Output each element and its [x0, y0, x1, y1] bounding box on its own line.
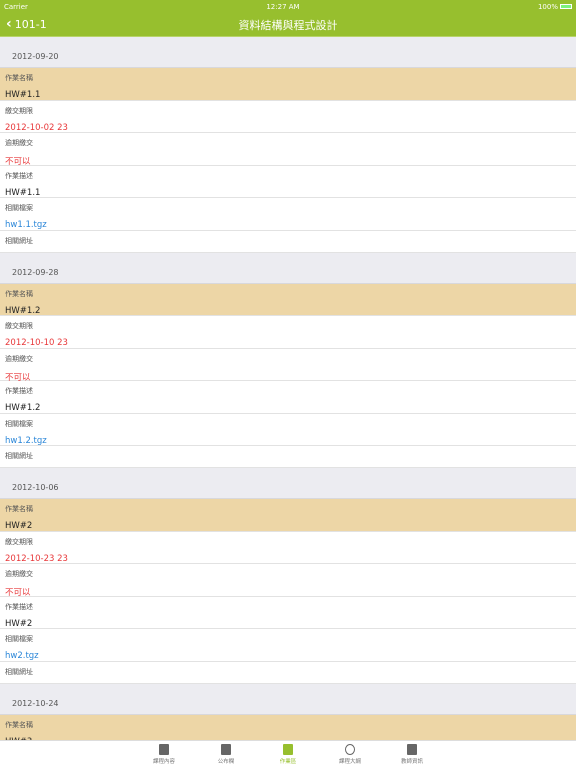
- row-label: 相關網址: [5, 452, 33, 460]
- row-value: HW#2: [5, 618, 33, 629]
- row-deadline: 繳交期限 2012-10-23 23: [0, 531, 576, 564]
- row-deadline: 繳交期限 2012-10-02 23: [0, 100, 576, 133]
- clipboard-icon: [283, 744, 293, 755]
- battery: 100%: [538, 3, 572, 11]
- row-name: 作業名稱 HW#1.2: [0, 283, 576, 316]
- row-files[interactable]: 相關檔案 hw1.2.tgz: [0, 413, 576, 446]
- row-label: 相關網址: [5, 236, 33, 245]
- row-label: 作業描述: [5, 387, 33, 395]
- row-files[interactable]: 相關檔案 hw2.tgz: [0, 629, 576, 662]
- row-url: 相關網址: [0, 661, 576, 684]
- row-label: 相關檔案: [5, 419, 33, 428]
- row-value: HW#1.1: [5, 90, 41, 100]
- row-name: 作業名稱HW#3: [0, 714, 576, 740]
- section-header-date: 2012-10-24: [0, 684, 576, 715]
- section-header-date: 2012-09-20: [0, 37, 576, 68]
- row-value: HW#2: [5, 521, 33, 531]
- row-value: 2012-10-23 23: [5, 553, 68, 564]
- row-value: 2012-10-02 23: [5, 122, 68, 133]
- row-label: 逾期繳交: [5, 354, 33, 363]
- contact-card-icon: [407, 744, 417, 755]
- row-label: 作業名稱: [5, 74, 33, 82]
- row-label: 作業描述: [5, 602, 33, 611]
- row-value[interactable]: hw1.1.tgz: [5, 220, 571, 230]
- chevron-left-icon: ‹: [6, 16, 12, 32]
- row-label: 作業描述: [5, 171, 33, 180]
- info-circle-icon: [345, 744, 355, 755]
- tab-label: 課程內容: [152, 759, 175, 765]
- row-value: HW#1.1: [5, 187, 41, 198]
- carrier: Carrier: [4, 2, 28, 11]
- back-button[interactable]: ‹ 101-1: [6, 17, 47, 31]
- navigation-bar: ‹ 101-1 資料結構與程式設計: [0, 13, 576, 36]
- row-value[interactable]: hw1.2.tgz: [5, 436, 571, 446]
- section-header-date: 2012-09-28: [0, 253, 576, 284]
- row-deadline: 繳交期限 2012-10-10 23: [0, 316, 576, 349]
- row-value: HW#1.2: [5, 403, 41, 413]
- row-label: 繳交期限: [5, 537, 33, 546]
- row-label: 相關網址: [5, 667, 33, 676]
- row-label: 繳交期限: [5, 106, 33, 115]
- row-name: 作業名稱 HW#1.1: [0, 68, 576, 101]
- row-label: 相關檔案: [5, 204, 33, 212]
- top-bar: Carrier 12:27 AM 100% ‹ 101-1 資料結構與程式設計: [0, 0, 576, 37]
- status-bar: Carrier 12:27 AM 100%: [0, 0, 576, 13]
- assignment-list[interactable]: 2012-09-20 作業名稱 HW#1.1 繳交期限 2012-10-02 23 逾期繳…: [0, 37, 576, 740]
- tab-label: 教師資訊: [400, 759, 423, 765]
- tab-label: 課程大綱: [338, 759, 361, 765]
- row-late: 逾期繳交 不可以: [0, 564, 576, 598]
- row-label: 作業名稱: [5, 720, 33, 729]
- clock: 12:27 AM: [266, 2, 300, 11]
- row-url: 相關網址: [0, 230, 576, 253]
- row-value: 2012-10-10 23: [5, 338, 68, 348]
- row-files[interactable]: 相關檔案 hw1.1.tgz: [0, 198, 576, 231]
- row-label: 作業名稱: [5, 505, 33, 513]
- tab-label: 公布欄: [217, 759, 235, 765]
- row-name: 作業名稱 HW#2: [0, 499, 576, 532]
- row-value[interactable]: hw2.tgz: [5, 651, 571, 661]
- row-label: 作業名稱: [5, 289, 33, 298]
- tab-label: 作業區: [279, 759, 297, 765]
- row-late: 逾期繳交 不可以: [0, 133, 576, 167]
- row-desc: 作業描述 HW#1.2: [0, 381, 576, 414]
- tab-3[interactable]: 課程大綱: [319, 741, 381, 768]
- row-late: 逾期繳交 不可以: [0, 348, 576, 383]
- tab-bar: 課程內容 公布欄 作業區 課程大綱 教師資訊: [0, 740, 576, 768]
- row-label: 逾期繳交: [5, 139, 33, 147]
- announcement-icon: [221, 744, 231, 755]
- section-header-date: 2012-10-06: [0, 468, 576, 499]
- battery-icon: [559, 4, 572, 9]
- row-label: 繳交期限: [5, 322, 33, 330]
- row-label: 逾期繳交: [5, 570, 33, 578]
- tab-4[interactable]: 教師資訊: [381, 741, 443, 768]
- page-title: 資料結構與程式設計: [238, 18, 338, 32]
- row-url: 相關網址: [0, 446, 576, 468]
- calendar-icon: [159, 744, 169, 755]
- tab-1[interactable]: 公布欄: [195, 741, 257, 768]
- row-value: HW#1.2: [5, 305, 41, 316]
- tab-0[interactable]: 課程內容: [133, 741, 195, 768]
- row-desc: 作業描述 HW#1.1: [0, 165, 576, 198]
- row-desc: 作業描述 HW#2: [0, 596, 576, 629]
- row-label: 相關檔案: [5, 635, 33, 643]
- tab-2[interactable]: 作業區: [257, 741, 319, 768]
